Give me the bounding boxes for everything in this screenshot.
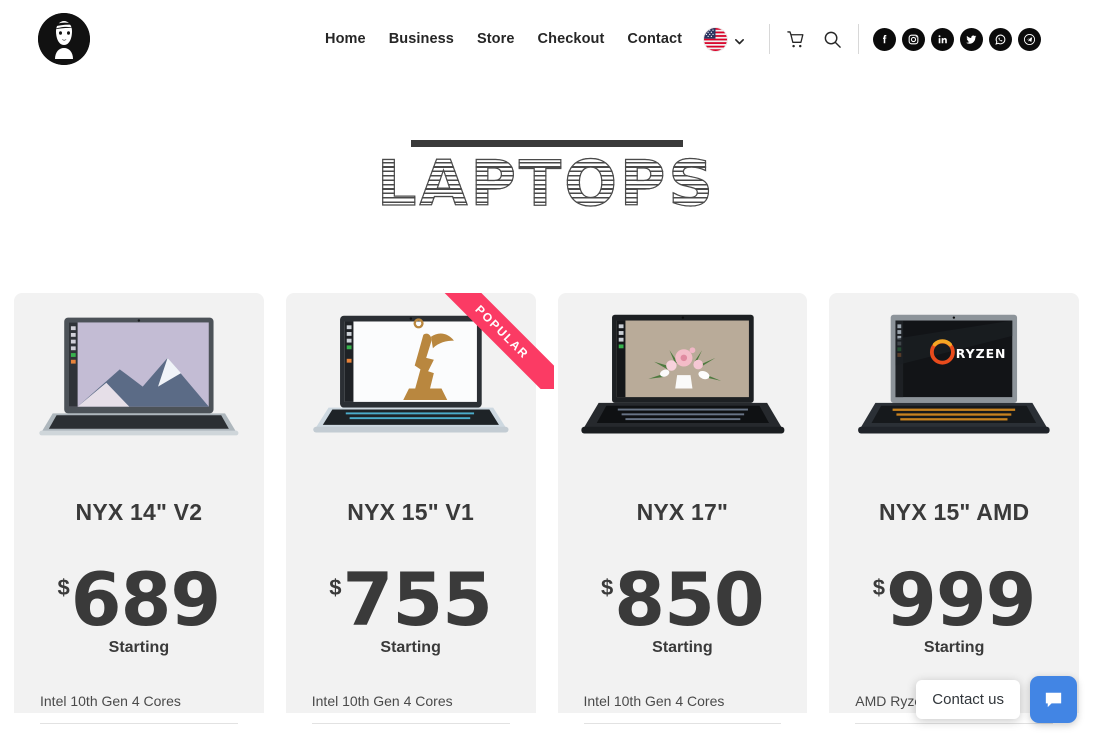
- nav-link-checkout[interactable]: Checkout: [538, 31, 605, 47]
- spec-item: Intel 10th Gen 4 Cores: [583, 693, 782, 725]
- product-title: NYX 14" V2: [75, 499, 203, 525]
- woman-face-logo-icon: [38, 13, 90, 65]
- svg-text:RYZEN: RYZEN: [956, 346, 1007, 361]
- product-card[interactable]: RYZEN NYX 15" AMD $ 999 Starting AMD Ryz…: [829, 293, 1079, 725]
- product-image: RYZEN: [829, 307, 1079, 447]
- price-amount: 755: [342, 557, 493, 643]
- instagram-icon[interactable]: [902, 27, 926, 51]
- product-image: [14, 307, 264, 447]
- product-price: $ 755: [286, 557, 536, 643]
- product-title: NYX 15" V1: [347, 499, 474, 525]
- product-title: NYX 17": [636, 499, 729, 525]
- site-header: Home Business Store Checkout Contact: [0, 0, 1093, 78]
- whatsapp-icon[interactable]: [989, 27, 1013, 51]
- spec-item: Intel 10th Gen 4 Cores: [40, 693, 238, 725]
- product-cards-row: NYX 14" V2 $ 689 Starting Intel 10th Gen…: [0, 293, 1093, 725]
- product-card[interactable]: NYX 17" $ 850 Starting Intel 10th Gen 4 …: [557, 293, 808, 725]
- product-specs: Intel 10th Gen 4 Cores: [286, 693, 536, 725]
- nav-item-checkout[interactable]: Checkout: [538, 30, 605, 48]
- price-note: Starting: [923, 639, 985, 657]
- linkedin-icon[interactable]: [931, 27, 955, 51]
- product-title: NYX 15" AMD: [878, 499, 1030, 525]
- telegram-icon[interactable]: [1018, 27, 1042, 51]
- nav-item-contact[interactable]: Contact: [627, 30, 682, 48]
- product-price: $ 689: [14, 557, 264, 643]
- nyx-17-laptop: [580, 314, 784, 434]
- price-amount: 850: [614, 557, 764, 643]
- nyx-14-v2-laptop: [39, 317, 239, 436]
- cart-icon[interactable]: [786, 30, 805, 49]
- nyx-15-v1-laptop: [312, 315, 509, 433]
- price-currency: $: [601, 574, 614, 600]
- product-specs: Intel 10th Gen 4 Cores: [14, 693, 264, 725]
- product-image: [286, 307, 536, 447]
- product-price: $ 999: [829, 557, 1079, 643]
- price-amount: 999: [886, 557, 1036, 643]
- price-currency: $: [329, 574, 342, 600]
- product-price: $ 850: [558, 557, 808, 643]
- header-nav-cluster: Home Business Store Checkout Contact: [325, 0, 1042, 78]
- header-divider: [769, 24, 771, 54]
- nav-item-business[interactable]: Business: [389, 30, 454, 48]
- header-divider-2: [858, 24, 860, 54]
- chat-tooltip: Contact us: [916, 680, 1020, 719]
- chevron-down-icon: [734, 34, 745, 45]
- product-image: [558, 307, 808, 447]
- page-title: LAPTOPS: [376, 147, 717, 220]
- nav-item-store[interactable]: Store: [477, 30, 515, 48]
- price-amount: 689: [70, 557, 221, 643]
- price-currency: $: [872, 574, 886, 600]
- product-card[interactable]: POPULAR NYX 15" V1 $ 755 Starting Intel …: [285, 293, 554, 725]
- price-note: Starting: [652, 639, 713, 657]
- price-currency: $: [57, 574, 70, 600]
- nav-link-business[interactable]: Business: [389, 31, 454, 47]
- chat-widget: Contact us: [916, 676, 1077, 723]
- nav-link-store[interactable]: Store: [477, 31, 515, 47]
- social-links: [873, 27, 1042, 51]
- header-utilities: [786, 30, 842, 49]
- title-rule: [410, 140, 683, 147]
- nyx-15-amd-laptop: RYZEN: [858, 314, 1050, 434]
- price-note: Starting: [380, 639, 441, 657]
- nav-link-home[interactable]: Home: [325, 31, 366, 47]
- chat-button[interactable]: [1030, 676, 1077, 723]
- nav-link-contact[interactable]: Contact: [627, 31, 682, 47]
- brand-logo[interactable]: [38, 13, 90, 65]
- nav-item-home[interactable]: Home: [325, 30, 366, 48]
- page-title-block: LAPTOPS: [0, 140, 1093, 245]
- spec-item: Intel 10th Gen 4 Cores: [311, 693, 510, 725]
- chat-bubble-icon: [1045, 692, 1062, 708]
- main-nav: Home Business Store Checkout Contact: [325, 30, 682, 48]
- product-specs: Intel 10th Gen 4 Cores: [558, 693, 808, 725]
- us-flag-icon: [704, 27, 728, 51]
- twitter-icon[interactable]: [960, 27, 984, 51]
- facebook-icon[interactable]: [873, 27, 897, 51]
- price-note: Starting: [108, 639, 170, 657]
- language-switcher[interactable]: [704, 27, 745, 51]
- product-card[interactable]: NYX 14" V2 $ 689 Starting Intel 10th Gen…: [14, 293, 264, 725]
- search-icon[interactable]: [823, 30, 842, 49]
